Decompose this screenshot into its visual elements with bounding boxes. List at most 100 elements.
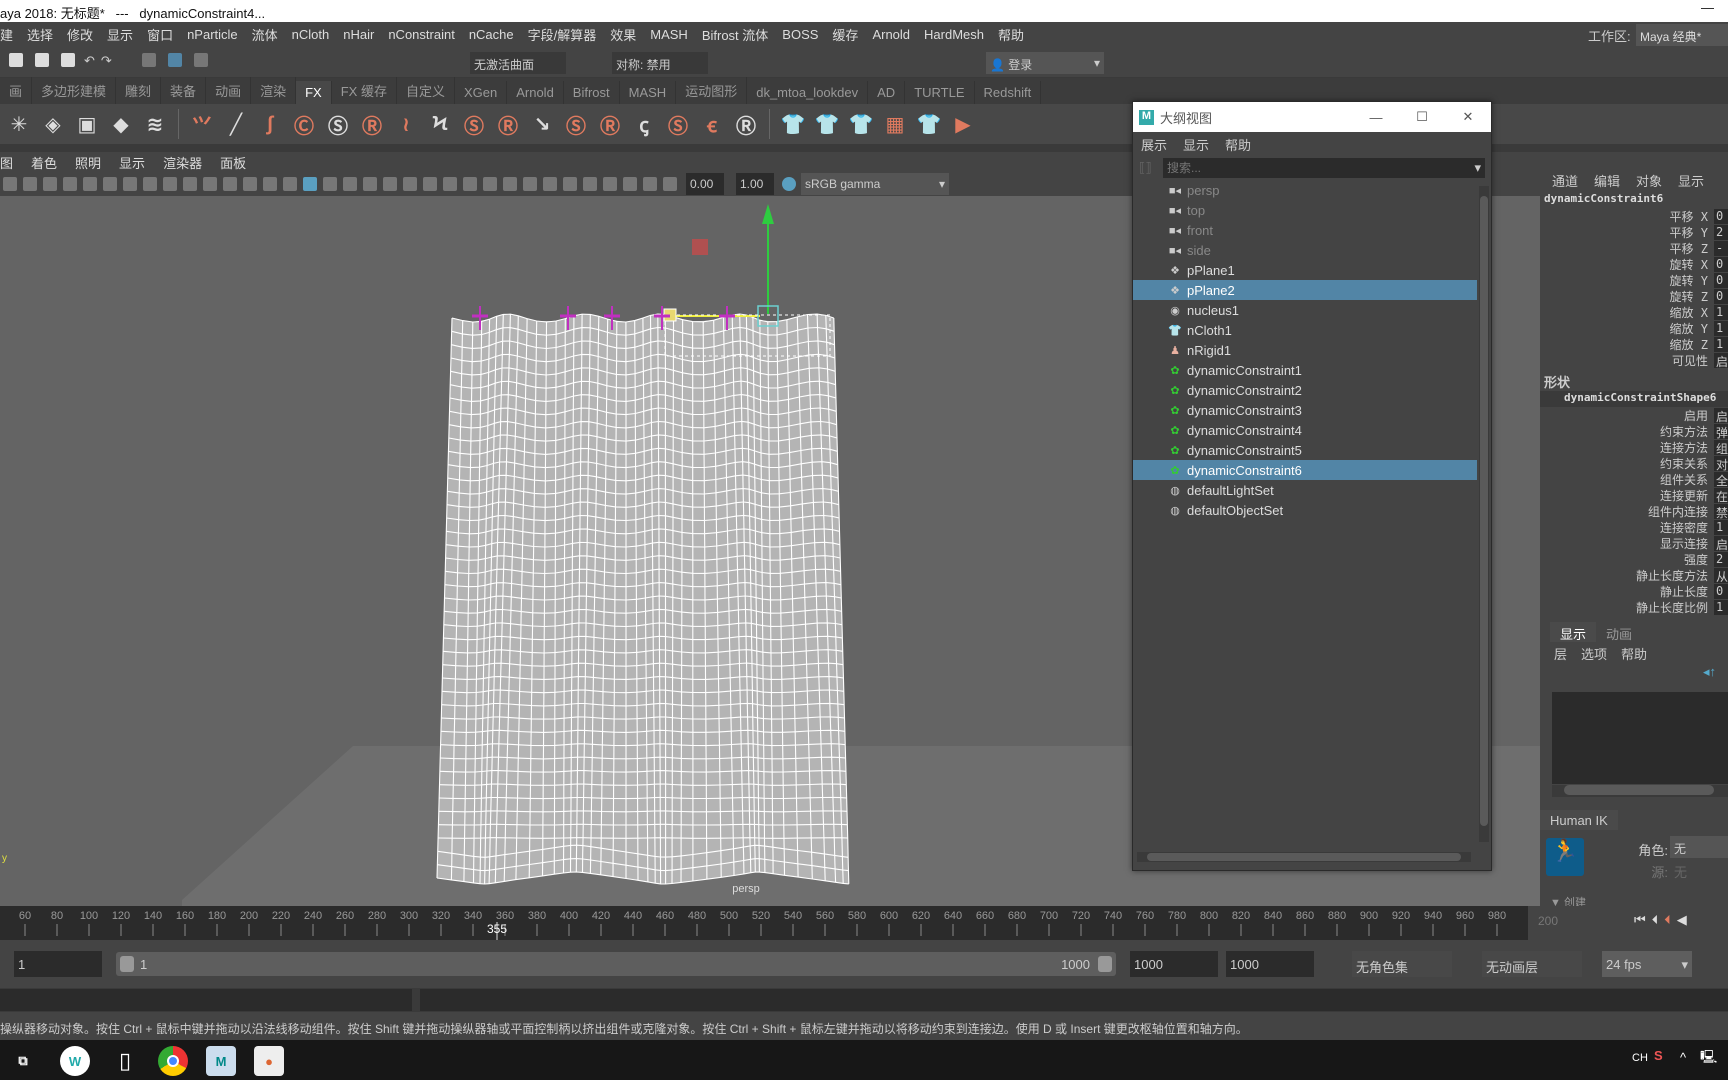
panel-tool-icon[interactable] bbox=[323, 177, 337, 191]
chrome-icon[interactable] bbox=[158, 1046, 188, 1076]
gamma-field[interactable]: 1.00 bbox=[736, 173, 774, 195]
channel-row[interactable]: 旋转 Y 0 bbox=[1540, 272, 1728, 288]
panel-tool-icon[interactable] bbox=[243, 177, 257, 191]
outliner-item[interactable]: ✿ dynamicConstraint6 bbox=[1133, 460, 1477, 480]
hair-paint-icon[interactable]: ╱ bbox=[221, 109, 251, 139]
select-object-icon[interactable] bbox=[167, 53, 182, 67]
channel-value[interactable]: 启 bbox=[1714, 352, 1728, 368]
slides-icon[interactable]: ● bbox=[254, 1046, 284, 1076]
hair-create-icon[interactable]: ⺍ bbox=[187, 109, 217, 139]
ime-indicator[interactable]: CH bbox=[1632, 1052, 1648, 1064]
layer-hscrollbar[interactable] bbox=[1552, 785, 1728, 797]
maya-icon[interactable]: M bbox=[206, 1046, 236, 1076]
shelf-tab-4[interactable]: 动画 bbox=[206, 77, 252, 104]
save-scene-icon[interactable] bbox=[61, 53, 75, 67]
outliner-item[interactable]: ■◂ front bbox=[1133, 220, 1477, 240]
shelf-tab-11[interactable]: Bifrost bbox=[564, 81, 620, 104]
channel-row[interactable]: 缩放 Z 1 bbox=[1540, 336, 1728, 352]
scrollbar-thumb[interactable] bbox=[1147, 853, 1461, 861]
panel-tool-icon[interactable] bbox=[543, 177, 557, 191]
channel-value[interactable]: 全 bbox=[1714, 471, 1728, 487]
range-start-field[interactable]: 1 bbox=[14, 951, 102, 977]
cr2-icon[interactable]: Ⓡ bbox=[731, 109, 761, 139]
nconstraint-r-icon[interactable]: Ⓡ bbox=[357, 109, 387, 139]
shelf-tab-0[interactable]: 画 bbox=[0, 77, 33, 104]
panel-tool-icon[interactable] bbox=[523, 177, 537, 191]
channel-value[interactable]: 启 bbox=[1714, 535, 1728, 551]
layer-tab-1[interactable]: 动画 bbox=[1596, 622, 1642, 642]
hair-a-icon[interactable]: ↘ bbox=[527, 109, 557, 139]
panel-tool-icon[interactable] bbox=[383, 177, 397, 191]
menu-11[interactable]: 字段/解算器 bbox=[528, 25, 597, 44]
channel-value[interactable]: 1 bbox=[1714, 304, 1728, 320]
symmetry-field[interactable]: 对称: 禁用 bbox=[612, 52, 708, 74]
shelf-tab-9[interactable]: XGen bbox=[455, 81, 508, 104]
shelf-tab-1[interactable]: 多边形建模 bbox=[32, 77, 117, 104]
range-end-field[interactable]: 1000 bbox=[1130, 951, 1218, 977]
channel-row[interactable]: 组件关系全 bbox=[1540, 471, 1728, 487]
panel-menu-0[interactable]: 图 bbox=[0, 153, 13, 172]
cr-icon[interactable]: ꞓ bbox=[697, 109, 727, 139]
outliner-item[interactable]: ♟ nRigid1 bbox=[1133, 340, 1477, 360]
menu-2[interactable]: 修改 bbox=[67, 25, 93, 44]
outliner-item[interactable]: 👕 nCloth1 bbox=[1133, 320, 1477, 340]
menu-15[interactable]: BOSS bbox=[782, 27, 818, 42]
menu-8[interactable]: nHair bbox=[343, 27, 374, 42]
hair-s2-icon[interactable]: Ⓢ bbox=[561, 109, 591, 139]
panel-menu-5[interactable]: 面板 bbox=[220, 153, 246, 172]
brush-r-icon[interactable]: Ⓡ bbox=[493, 109, 523, 139]
panel-tool-icon[interactable] bbox=[283, 177, 297, 191]
channel-value[interactable]: 0 bbox=[1714, 272, 1728, 288]
panel-menu-4[interactable]: 渲染器 bbox=[163, 153, 202, 172]
login-button[interactable]: 👤 登录 ▾ bbox=[986, 52, 1104, 74]
panel-tool-icon[interactable] bbox=[643, 177, 657, 191]
range-slider[interactable]: 1 1000 bbox=[116, 952, 1116, 976]
channel-value[interactable]: 1 bbox=[1714, 599, 1728, 615]
panel-tool-icon[interactable] bbox=[3, 177, 17, 191]
channel-row[interactable]: 连接方法组 bbox=[1540, 439, 1728, 455]
outliner-menu-0[interactable]: 展示 bbox=[1141, 135, 1167, 154]
channel-value[interactable]: 1 bbox=[1714, 336, 1728, 352]
panel-tool-icon[interactable] bbox=[563, 177, 577, 191]
panel-tool-icon[interactable] bbox=[163, 177, 177, 191]
brush-s-icon[interactable]: Ⓢ bbox=[459, 109, 489, 139]
shelf-tab-8[interactable]: 自定义 bbox=[397, 77, 455, 104]
panel-menu-1[interactable]: 着色 bbox=[31, 153, 57, 172]
panel-tool-icon[interactable] bbox=[363, 177, 377, 191]
scrollbar-thumb[interactable] bbox=[1480, 196, 1488, 826]
channel-value[interactable]: 1 bbox=[1714, 320, 1728, 336]
channel-row[interactable]: 组件内连接禁 bbox=[1540, 503, 1728, 519]
channel-row[interactable]: 静止长度方法从 bbox=[1540, 567, 1728, 583]
shelf-tab-14[interactable]: dk_mtoa_lookdev bbox=[747, 81, 869, 104]
move-manipulator-y-arrow[interactable] bbox=[762, 204, 774, 224]
menu-18[interactable]: HardMesh bbox=[924, 27, 984, 42]
shelf-tab-3[interactable]: 装备 bbox=[161, 77, 207, 104]
menu-5[interactable]: nParticle bbox=[187, 27, 238, 42]
channel-row[interactable]: 可见性启 bbox=[1540, 352, 1728, 368]
menu-10[interactable]: nCache bbox=[469, 27, 514, 42]
color-management-toggle-icon[interactable] bbox=[782, 177, 796, 191]
live-surface-field[interactable]: 无激活曲面 bbox=[470, 52, 566, 74]
channel-row[interactable]: 缩放 Y 1 bbox=[1540, 320, 1728, 336]
minimize-button[interactable]: — bbox=[1701, 0, 1714, 15]
panel-tool-icon[interactable] bbox=[223, 177, 237, 191]
shelf-tab-15[interactable]: AD bbox=[868, 81, 906, 104]
layer-menu-2[interactable]: 帮助 bbox=[1621, 644, 1647, 663]
panel-tool-icon[interactable] bbox=[203, 177, 217, 191]
channel-row[interactable]: 静止长度比例 1 bbox=[1540, 599, 1728, 615]
character-select[interactable]: 无 bbox=[1670, 836, 1728, 858]
sogou-icon[interactable]: S bbox=[1654, 1048, 1663, 1063]
anim-layer-select[interactable]: 无动画层 bbox=[1482, 951, 1582, 977]
filter-icon[interactable]: ⟦⟧ bbox=[1139, 160, 1155, 176]
exposure-field[interactable]: 0.00 bbox=[686, 173, 724, 195]
panel-menu-2[interactable]: 照明 bbox=[75, 153, 101, 172]
human-ik-character-icon[interactable]: 🏃 bbox=[1546, 838, 1584, 876]
curve-dynamic-icon[interactable]: ∫ bbox=[255, 109, 285, 139]
menu-0[interactable]: 建 bbox=[0, 25, 13, 44]
human-ik-tab[interactable]: Human IK bbox=[1540, 810, 1618, 830]
ncloth-create-icon[interactable]: 👕 bbox=[778, 109, 808, 139]
menu-13[interactable]: MASH bbox=[650, 27, 688, 42]
outliner-item[interactable]: ■◂ top bbox=[1133, 200, 1477, 220]
shelf-tab-7[interactable]: FX 缓存 bbox=[332, 77, 397, 104]
outliner-item[interactable]: ✿ dynamicConstraint1 bbox=[1133, 360, 1477, 380]
